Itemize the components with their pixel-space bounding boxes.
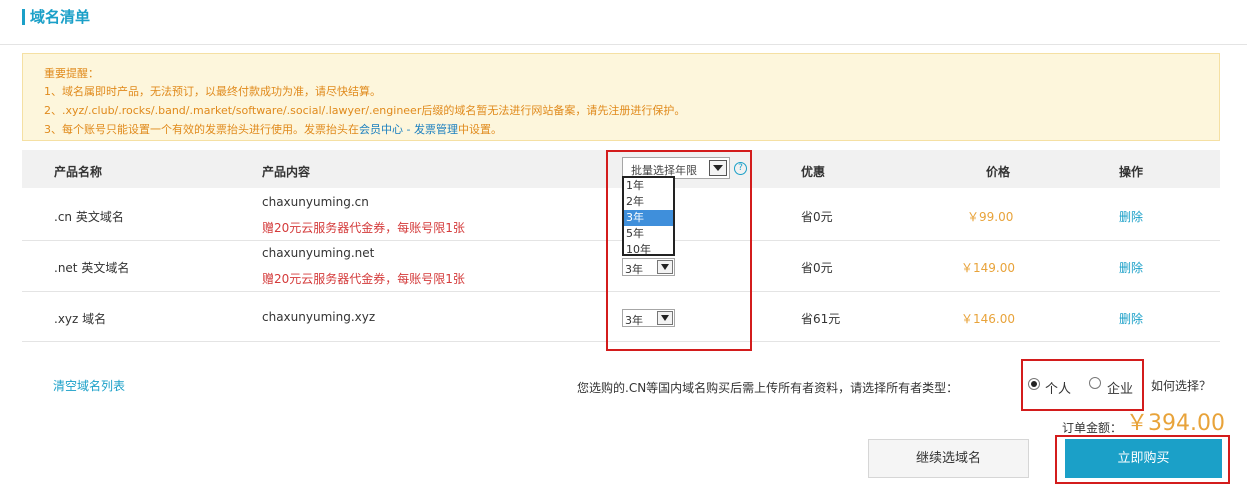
price-value: ￥146.00 (961, 312, 1015, 326)
owner-type-prompt: 您选购的.CN等国内域名购买后需上传所有者资料，请选择所有者类型： (577, 381, 959, 395)
page-header: 域名清单 (0, 0, 1247, 45)
discount-value: 省0元 (801, 261, 833, 275)
important-notice: 重要提醒： 1、域名属即时产品，无法预订，以最终付款成功为准，请尽快结算。 2、… (22, 53, 1220, 141)
owner-company-radio[interactable] (1089, 377, 1101, 389)
owner-personal-radio[interactable] (1028, 378, 1040, 390)
col-product-content: 产品内容 (262, 165, 311, 179)
notice-line-1: 1、域名属即时产品，无法预订，以最终付款成功为准，请尽快结算。 (44, 85, 381, 98)
highlight-box-years (606, 150, 752, 351)
delete-link[interactable]: 删除 (1119, 310, 1143, 327)
col-discount: 优惠 (801, 165, 826, 179)
notice-heading: 重要提醒： (44, 67, 99, 80)
price-value: ￥149.00 (961, 261, 1015, 275)
delete-link[interactable]: 删除 (1119, 259, 1143, 276)
delete-link[interactable]: 删除 (1119, 208, 1143, 225)
col-action: 操作 (1119, 165, 1144, 179)
clear-list-link[interactable]: 清空域名列表 (53, 377, 125, 394)
discount-value: 省0元 (801, 210, 833, 224)
continue-shopping-button[interactable]: 继续选域名 (868, 439, 1029, 478)
order-total-label: 订单金额： (1062, 421, 1123, 435)
promo-text: 赠20元云服务器代金券，每账号限1张 (262, 272, 465, 286)
invoice-management-link[interactable]: 会员中心 - 发票管理 (359, 123, 458, 136)
col-product-name: 产品名称 (54, 165, 103, 179)
domain-name: chaxunyuming.xyz (262, 310, 376, 324)
col-price: 价格 (986, 165, 1011, 179)
product-name: .cn 英文域名 (54, 210, 124, 224)
domain-name: chaxunyuming.cn (262, 195, 369, 209)
page-title: 域名清单 (30, 8, 91, 26)
title-accent-bar (22, 9, 25, 25)
notice-line-2: 2、.xyz/.club/.rocks/.band/.market/softwa… (44, 104, 686, 117)
buy-now-button[interactable]: 立即购买 (1065, 439, 1222, 478)
order-total-value: ￥394.00 (1126, 411, 1225, 436)
price-value: ￥99.00 (967, 210, 1014, 224)
notice-line-3: 3、每个账号只能设置一个有效的发票抬头进行使用。发票抬头在会员中心 - 发票管理… (44, 121, 502, 137)
product-name: .xyz 域名 (54, 312, 107, 326)
how-to-choose-link[interactable]: 如何选择？ (1151, 377, 1211, 394)
domain-name: chaxunyuming.net (262, 246, 375, 260)
discount-value: 省61元 (801, 312, 841, 326)
promo-text: 赠20元云服务器代金券，每账号限1张 (262, 221, 465, 235)
notice-line-3-prefix: 3、每个账号只能设置一个有效的发票抬头进行使用。发票抬头在 (44, 123, 359, 136)
owner-personal-label[interactable]: 个人 (1045, 378, 1071, 397)
product-name: .net 英文域名 (54, 261, 130, 275)
owner-company-label[interactable]: 企业 (1107, 378, 1133, 397)
notice-line-3-suffix: 中设置。 (457, 123, 502, 136)
